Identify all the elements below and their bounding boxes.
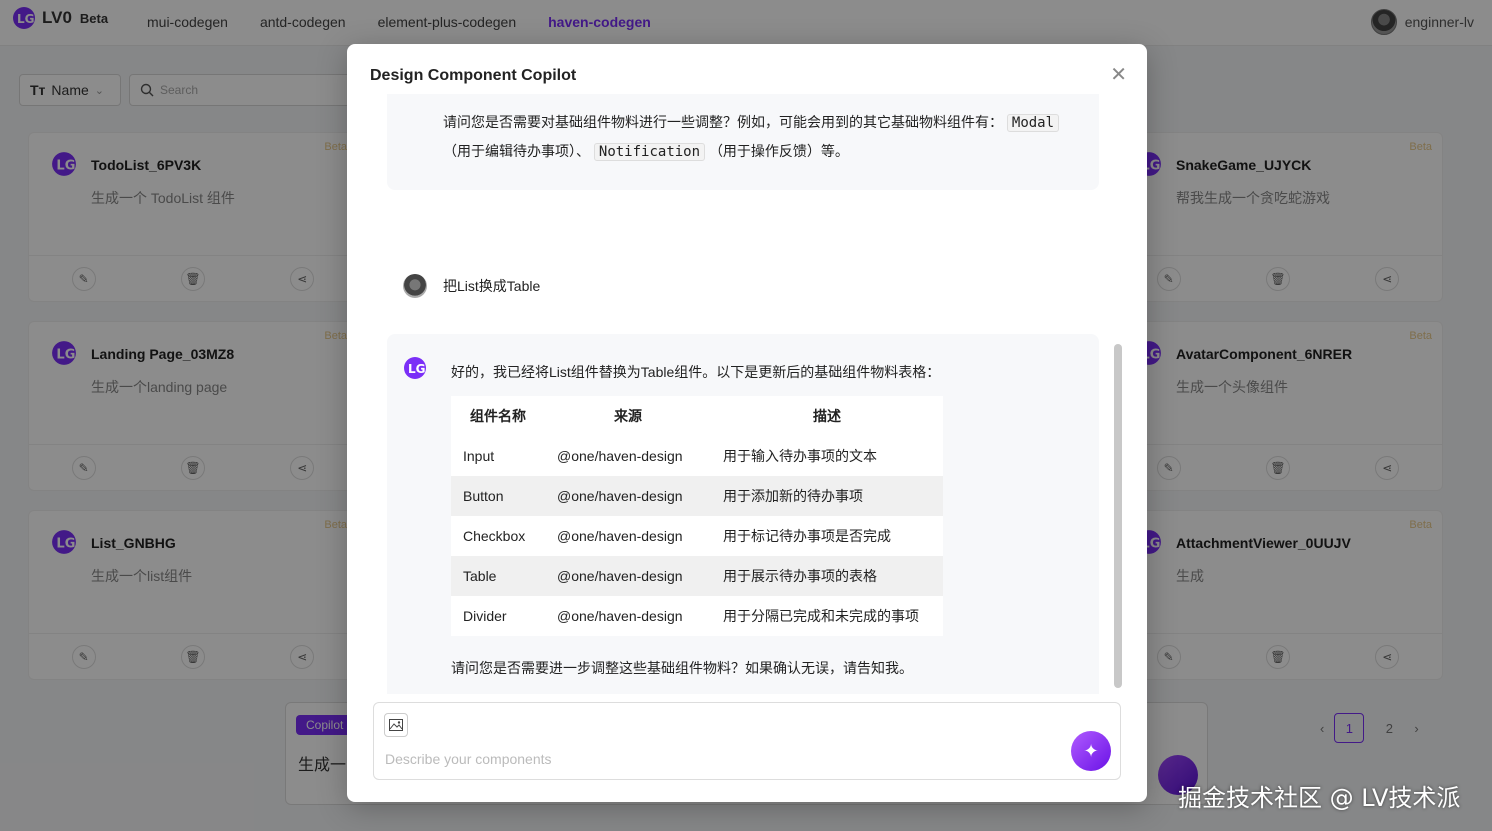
table-header: 组件名称: [451, 396, 545, 436]
component-table: 组件名称 来源 描述 Input @one/haven-design 用于输入待…: [451, 396, 943, 636]
table-cell: 用于分隔已完成和未完成的事项: [711, 596, 943, 636]
table-cell: 用于输入待办事项的文本: [711, 436, 943, 476]
message-text: 请问您是否需要对基础组件物料进行一些调整？例如，可能会用到的其它基础物料组件有：: [443, 114, 1003, 130]
copilot-modal: Design Component Copilot ✕ 请问您是否需要对基础组件物…: [347, 44, 1147, 802]
table-cell: @one/haven-design: [545, 556, 711, 596]
ai-message-intro: 好的，我已经将List组件替换为Table组件。以下是更新后的基础组件物料表格：: [451, 364, 941, 380]
table-row: Input @one/haven-design 用于输入待办事项的文本: [451, 436, 943, 476]
table-cell: 用于标记待办事项是否完成: [711, 516, 943, 556]
user-message: 把List换成Table: [403, 274, 540, 298]
table-row: Divider @one/haven-design 用于分隔已完成和未完成的事项: [451, 596, 943, 636]
lg-logo-icon: LG: [404, 357, 426, 379]
table-cell: 用于展示待办事项的表格: [711, 556, 943, 596]
message-text: （用于操作反馈）等。: [708, 143, 849, 159]
svg-text:LG: LG: [408, 362, 426, 376]
chat-history[interactable]: 请问您是否需要对基础组件物料进行一些调整？例如，可能会用到的其它基础物料组件有：…: [347, 94, 1147, 694]
ai-message: 请问您是否需要对基础组件物料进行一些调整？例如，可能会用到的其它基础物料组件有：…: [387, 94, 1099, 190]
input-placeholder: Describe your components: [385, 751, 552, 767]
table-cell: @one/haven-design: [545, 476, 711, 516]
ai-message: LG 好的，我已经将List组件替换为Table组件。以下是更新后的基础组件物料…: [387, 334, 1099, 694]
code-snippet: Notification: [593, 143, 706, 161]
avatar: [403, 274, 427, 298]
table-cell: @one/haven-design: [545, 596, 711, 636]
table-cell: @one/haven-design: [545, 516, 711, 556]
image-upload-icon[interactable]: [384, 713, 408, 737]
prompt-input[interactable]: Describe your components ✦: [373, 702, 1121, 780]
table-header: 描述: [711, 396, 943, 436]
message-text: （用于编辑待办事项）、: [443, 143, 590, 159]
close-icon[interactable]: ✕: [1110, 62, 1127, 87]
table-cell: Divider: [451, 596, 545, 636]
table-cell: Button: [451, 476, 545, 516]
code-snippet: Modal: [1006, 114, 1060, 132]
magic-wand-send-button[interactable]: ✦: [1071, 731, 1111, 771]
table-cell: Input: [451, 436, 545, 476]
table-cell: Checkbox: [451, 516, 545, 556]
user-message-text: 把List换成Table: [443, 278, 541, 294]
chat-scrollbar[interactable]: [1114, 344, 1122, 688]
ai-message-outro: 请问您是否需要进一步调整这些基础组件物料？如果确认无误，请告知我。: [451, 660, 913, 676]
modal-title: Design Component Copilot: [370, 67, 577, 84]
table-row: Table @one/haven-design 用于展示待办事项的表格: [451, 556, 943, 596]
ai-message-text: 请问您是否需要对基础组件物料进行一些调整？例如，可能会用到的其它基础物料组件有：…: [443, 108, 1083, 166]
watermark: 掘金技术社区 @ LV技术派: [1178, 784, 1461, 812]
table-cell: @one/haven-design: [545, 436, 711, 476]
table-row: Checkbox @one/haven-design 用于标记待办事项是否完成: [451, 516, 943, 556]
table-cell: 用于添加新的待办事项: [711, 476, 943, 516]
table-header: 来源: [545, 396, 711, 436]
table-cell: Table: [451, 556, 545, 596]
table-row: Button @one/haven-design 用于添加新的待办事项: [451, 476, 943, 516]
